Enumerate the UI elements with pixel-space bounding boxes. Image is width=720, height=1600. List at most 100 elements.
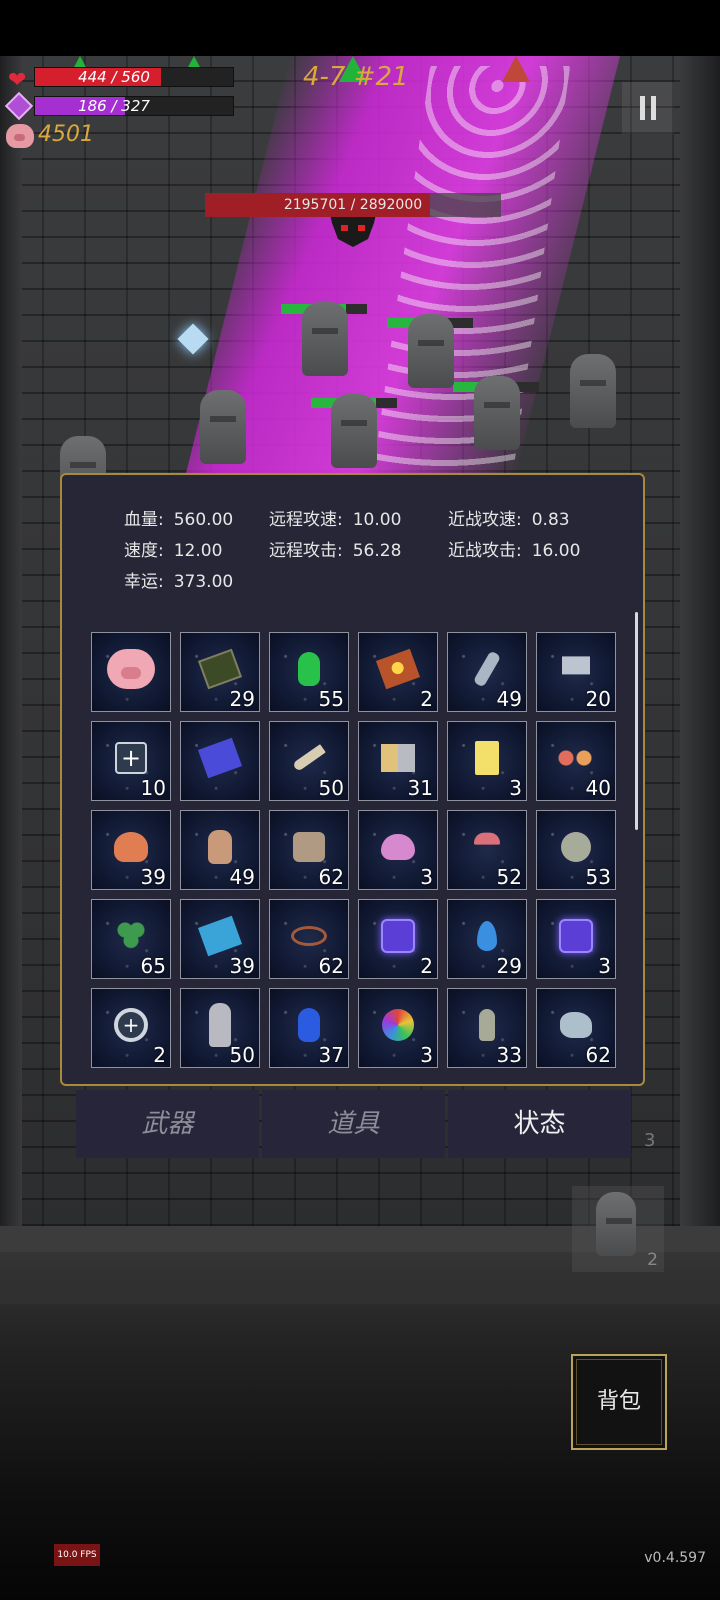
- item-count: 62: [318, 865, 344, 889]
- inventory-slot-green-potion[interactable]: 55: [269, 632, 349, 712]
- hidden-count: 3: [644, 1130, 656, 1151]
- stone-golem-enemy: [302, 302, 348, 376]
- item-count: 3: [420, 865, 433, 889]
- inventory-slot-small-flask[interactable]: 33: [447, 988, 527, 1068]
- item-count: 53: [585, 865, 611, 889]
- version-label: v0.4.597: [644, 1550, 706, 1566]
- golem-portrait: [596, 1192, 636, 1256]
- item-count: 39: [140, 865, 166, 889]
- item-count: 62: [585, 1043, 611, 1067]
- item-count: 31: [407, 776, 433, 800]
- summon-card-count: 2: [647, 1250, 658, 1270]
- hp-text: 444 / 560: [78, 68, 150, 86]
- inventory-slot-blue-potion[interactable]: 37: [269, 988, 349, 1068]
- inventory-slot-rainbow-orb[interactable]: 3: [358, 988, 438, 1068]
- stone-golem-enemy: [331, 394, 377, 468]
- item-count: 40: [585, 776, 611, 800]
- item-count: 62: [318, 954, 344, 978]
- pause-button[interactable]: [622, 82, 674, 134]
- item-count: 2: [153, 1043, 166, 1067]
- stone-golem-enemy: [408, 314, 454, 388]
- stat-speed: 速度: 12.00: [124, 541, 223, 561]
- hp-bar: 444 / 560: [34, 67, 234, 87]
- status-bar: [0, 0, 720, 56]
- coin-count: 4501: [38, 122, 94, 147]
- pig-coin-icon: [6, 124, 34, 148]
- inventory-slot-piggy-bank[interactable]: [91, 632, 171, 712]
- inventory-slot-water-drop[interactable]: 29: [447, 899, 527, 979]
- item-count: 49: [496, 687, 522, 711]
- item-count: 20: [585, 687, 611, 711]
- stat-melee-attack: 近战攻击: 16.00: [448, 541, 581, 561]
- summon-card[interactable]: 2: [572, 1186, 664, 1272]
- inventory-slot-clay-vase[interactable]: 49: [180, 810, 260, 890]
- inventory-slot-crystal-vial[interactable]: 49: [447, 632, 527, 712]
- item-count: 2: [420, 954, 433, 978]
- inventory-slot-hourglass-rune[interactable]: 2: [358, 899, 438, 979]
- scrollbar[interactable]: [635, 612, 638, 830]
- boss-health-bar: 2195701 / 2892000: [205, 193, 501, 217]
- mp-text: 186 / 327: [78, 97, 150, 115]
- stage-label: 4-7 #21: [303, 62, 409, 92]
- mp-bar: 186 / 327: [34, 96, 234, 116]
- inventory-slot-hourglass-card[interactable]: 3: [447, 721, 527, 801]
- stat-melee-speed: 近战攻速: 0.83: [448, 510, 570, 530]
- stat-ranged-speed: 远程攻速: 10.00: [269, 510, 402, 530]
- status-panel: 血量: 560.00 远程攻速: 10.00 近战攻速: 0.83 速度: 12.00 …: [60, 473, 645, 1086]
- inventory-slot-metal-cubes[interactable]: 31: [358, 721, 438, 801]
- inventory-slot-cloaked-figure[interactable]: 50: [180, 988, 260, 1068]
- item-count: 52: [496, 865, 522, 889]
- item-count: 3: [509, 776, 522, 800]
- enemy-marker-alert: [502, 56, 530, 82]
- inventory-slot-skull-book[interactable]: 29: [180, 632, 260, 712]
- item-count: 29: [229, 687, 255, 711]
- item-count: 29: [496, 954, 522, 978]
- tab-weapons[interactable]: 武器: [76, 1090, 259, 1158]
- item-count: 65: [140, 954, 166, 978]
- inventory-slot-flowers[interactable]: 40: [536, 721, 616, 801]
- stat-luck: 幸运: 373.00: [124, 572, 234, 592]
- crystal-pickup: [177, 323, 209, 355]
- inventory-slot-clover[interactable]: 65: [91, 899, 171, 979]
- right-wall: [680, 56, 720, 1226]
- inventory-slot-blue-rune-book[interactable]: [180, 721, 260, 801]
- heart-icon: ❤: [8, 68, 27, 93]
- item-count: 3: [420, 1043, 433, 1067]
- stat-ranged-attack: 远程攻击: 56.28: [269, 541, 402, 561]
- item-count: 3: [598, 954, 611, 978]
- tab-bar: 武器 道具 状态: [76, 1090, 631, 1158]
- item-count: 55: [318, 687, 344, 711]
- left-wall: [0, 56, 22, 1226]
- stone-golem-enemy: [200, 390, 246, 464]
- inventory-slot-thorn-crown[interactable]: 62: [269, 899, 349, 979]
- inventory-slot-boots[interactable]: 62: [269, 810, 349, 890]
- inventory-slot-spiral-rune[interactable]: 3: [536, 899, 616, 979]
- backpack-button[interactable]: 背包: [571, 1354, 667, 1450]
- boss-health-text: 2195701 / 2892000: [283, 197, 423, 213]
- inventory-slot-mushroom[interactable]: 52: [447, 810, 527, 890]
- fps-counter: 10.0 FPS: [54, 1544, 100, 1566]
- inventory-slot-wind-book[interactable]: 39: [180, 899, 260, 979]
- item-count: 50: [229, 1043, 255, 1067]
- stone-golem-enemy: [474, 376, 520, 450]
- inventory-slot-feathered-skull[interactable]: 39: [91, 810, 171, 890]
- item-count: 37: [318, 1043, 344, 1067]
- inventory-slot-red-spellbook[interactable]: 2: [358, 632, 438, 712]
- item-count: 10: [140, 776, 166, 800]
- item-count: 50: [318, 776, 344, 800]
- inventory-slot-squid[interactable]: 53: [536, 810, 616, 890]
- inventory-slot-war-hammer[interactable]: 20: [536, 632, 616, 712]
- inventory-slot-ice-rock[interactable]: 62: [536, 988, 616, 1068]
- stone-golem-enemy: [570, 354, 616, 428]
- inventory-slot-pink-slime[interactable]: 3: [358, 810, 438, 890]
- item-count: 33: [496, 1043, 522, 1067]
- item-count: 39: [229, 954, 255, 978]
- stat-hp: 血量: 560.00: [124, 510, 234, 530]
- item-count: 49: [229, 865, 255, 889]
- inventory-slot-horn[interactable]: 50: [269, 721, 349, 801]
- tab-items[interactable]: 道具: [262, 1090, 445, 1158]
- inventory-slot-medkit[interactable]: +10: [91, 721, 171, 801]
- tab-status[interactable]: 状态: [448, 1090, 631, 1158]
- item-count: 2: [420, 687, 433, 711]
- inventory-slot-health-ring[interactable]: +2: [91, 988, 171, 1068]
